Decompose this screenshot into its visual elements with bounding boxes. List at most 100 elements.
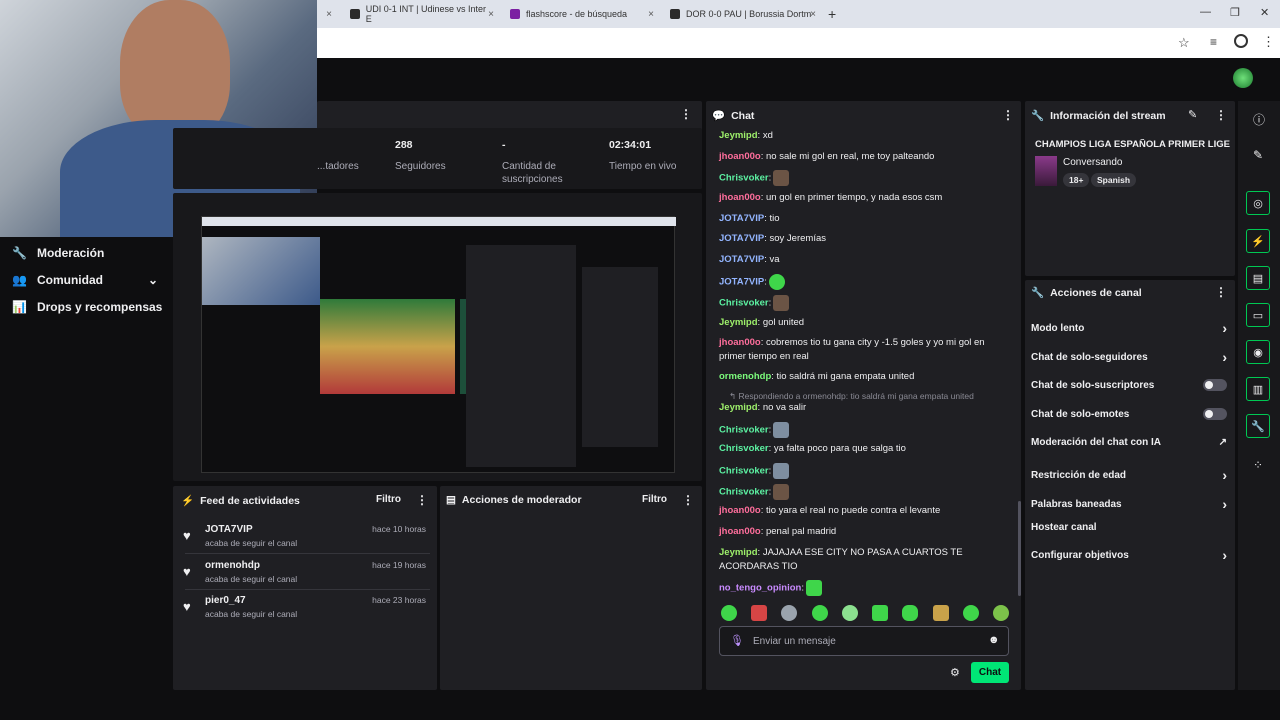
chat-message[interactable]: JOTA7VIP: soy Jeremías — [719, 232, 1009, 246]
chat-message[interactable]: Chrisvoker: — [719, 295, 1009, 311]
broadcast-icon[interactable]: ◉ — [1246, 340, 1270, 364]
chat-username[interactable]: Jeymipd — [719, 402, 758, 413]
tag-badge[interactable]: Spanish — [1091, 173, 1137, 187]
chat-message[interactable]: Chrisvoker: — [719, 422, 1009, 438]
chat-scrollbar[interactable] — [1018, 501, 1021, 596]
nav-drops[interactable]: 📊 Drops y recompensas — [12, 300, 162, 314]
chat-username[interactable]: Jeymipd — [719, 317, 758, 328]
settings-gear-icon[interactable]: ⚙ — [950, 666, 960, 679]
chat-message[interactable]: Chrisvoker: ya falta poco para que salga… — [719, 442, 1009, 456]
chat-message[interactable]: Chrisvoker: — [719, 484, 1009, 500]
chat-username[interactable]: Chrisvoker — [719, 298, 769, 309]
emote-icon[interactable] — [872, 605, 889, 621]
close-icon[interactable]: × — [488, 9, 494, 20]
category-name[interactable]: Conversando — [1063, 157, 1122, 168]
minimize-icon[interactable]: — — [1200, 6, 1211, 18]
chat-icon[interactable]: ▭ — [1246, 303, 1270, 327]
chat-message[interactable]: Jeymipd: JAJAJAA ESE CITY NO PASA A CUAR… — [719, 546, 1009, 574]
chat-username[interactable]: Chrisvoker — [719, 443, 769, 454]
feed-row[interactable]: ♥ ormenohdp acaba de seguir el canal hac… — [183, 560, 430, 584]
document-icon[interactable]: ▤ — [1246, 266, 1270, 290]
kebab-icon[interactable]: ⋮ — [1215, 108, 1227, 122]
restore-icon[interactable]: ❐ — [1230, 6, 1240, 19]
tab-udinese[interactable]: UDI 0-1 INT | Udinese vs Inter E × — [342, 3, 500, 25]
emote-icon[interactable] — [932, 605, 949, 621]
chat-message[interactable]: Jeymipd: no va salir — [719, 401, 1009, 415]
chat-message[interactable]: Jeymipd: gol united — [719, 316, 1009, 330]
nav-comunidad[interactable]: 👥 Comunidad ⌄ — [12, 273, 158, 287]
action-ai-moderation[interactable]: Moderación del chat con IA ↗ — [1031, 437, 1227, 448]
chat-message[interactable]: Chrisvoker: — [719, 463, 1009, 479]
edit-pencil-icon[interactable]: ✎ — [1188, 108, 1197, 121]
chat-username[interactable]: Chrisvoker — [719, 466, 769, 477]
emoji-icon[interactable]: ☻ — [988, 634, 1000, 646]
action-age-restriction[interactable]: Restricción de edad › — [1031, 467, 1227, 483]
close-icon[interactable]: × — [810, 9, 816, 20]
more-actions-icon[interactable]: ⁘ — [1253, 458, 1263, 472]
info-icon[interactable]: ⓘ — [1253, 111, 1265, 128]
kebab-icon[interactable]: ⋮ — [1002, 108, 1014, 122]
chat-username[interactable]: jhoan00o — [719, 526, 761, 537]
chat-message[interactable]: no_tengo_opinion: — [719, 580, 1009, 596]
chat-username[interactable]: jhoan00o — [719, 192, 761, 203]
tab-dortmund[interactable]: DOR 0-0 PAU | Borussia Dortm × — [662, 3, 822, 25]
action-host-channel[interactable]: Hostear canal — [1031, 522, 1227, 533]
tab-flashscore[interactable]: flashscore - de búsqueda × — [502, 3, 660, 25]
emote-icon[interactable] — [962, 605, 979, 621]
emote-icon[interactable] — [992, 605, 1009, 621]
chat-username[interactable]: Jeymipd — [719, 130, 758, 141]
toggle-switch[interactable] — [1203, 379, 1227, 391]
action-followers-only[interactable]: Chat de solo-seguidores › — [1031, 349, 1227, 365]
pencil-icon[interactable]: ✎ — [1253, 148, 1263, 162]
chat-username[interactable]: no_tengo_opinion — [719, 583, 801, 594]
category-boxart[interactable] — [1035, 156, 1057, 186]
kebab-icon[interactable]: ⋮ — [1215, 285, 1227, 299]
action-banned-words[interactable]: Palabras baneadas › — [1031, 496, 1227, 512]
feed-row[interactable]: ♥ JOTA7VIP acaba de seguir el canal hace… — [183, 524, 430, 548]
chat-input-placeholder[interactable]: Enviar un mensaje — [753, 636, 836, 647]
chat-username[interactable]: JOTA7VIP — [719, 233, 764, 244]
action-emotes-only[interactable]: Chat de solo-emotes — [1031, 408, 1227, 420]
avatar[interactable] — [1233, 68, 1253, 88]
chat-username[interactable]: Chrisvoker — [719, 487, 769, 498]
emote-icon[interactable] — [781, 605, 798, 621]
chat-username[interactable]: JOTA7VIP — [719, 277, 764, 288]
chat-message[interactable]: jhoan00o: no sale mi gol en real, me toy… — [719, 150, 1009, 164]
chat-input-box[interactable]: 🎙 Enviar un mensaje ☻ — [719, 626, 1009, 656]
menu-dots-icon[interactable]: ⋮ — [1262, 34, 1275, 50]
chat-username[interactable]: ormenohdp — [719, 371, 771, 382]
kebab-icon[interactable]: ⋮ — [682, 493, 694, 507]
chat-send-button[interactable]: Chat — [971, 662, 1009, 683]
nav-moderacion[interactable]: 🔧 Moderación — [12, 246, 104, 260]
kebab-icon[interactable]: ⋮ — [416, 493, 428, 507]
profile-icon[interactable] — [1234, 34, 1248, 48]
chat-username[interactable]: JOTA7VIP — [719, 213, 764, 224]
chat-username[interactable]: Chrisvoker — [719, 425, 769, 436]
layout-icon[interactable]: ▥ — [1246, 377, 1270, 401]
chat-message[interactable]: JOTA7VIP: tio — [719, 212, 1009, 226]
action-subs-only[interactable]: Chat de solo-suscriptores — [1031, 379, 1227, 391]
emote-icon[interactable] — [721, 605, 737, 621]
chat-message[interactable]: Jeymipd: xd — [719, 129, 1009, 143]
action-set-goals[interactable]: Configurar objetivos › — [1031, 547, 1227, 563]
chat-message[interactable]: jhoan00o: cobremos tio tu gana city y -1… — [719, 336, 1009, 364]
chat-message[interactable]: ormenohdp: tio saldrá mi gana empata uni… — [719, 370, 1009, 384]
close-icon[interactable]: × — [648, 9, 654, 20]
chat-username[interactable]: Chrisvoker — [719, 173, 769, 184]
wrench-icon[interactable]: 🔧 — [1246, 414, 1270, 438]
tab-close-prev[interactable]: × — [322, 3, 338, 25]
chat-message[interactable]: JOTA7VIP: — [719, 274, 1009, 290]
chat-username[interactable]: Jeymipd — [719, 547, 758, 558]
emote-icon[interactable] — [751, 605, 768, 621]
chat-message[interactable]: jhoan00o: tio yara el real no puede cont… — [719, 504, 1009, 518]
close-window-icon[interactable]: ✕ — [1260, 6, 1269, 19]
feed-filter-button[interactable]: Filtro — [376, 494, 401, 505]
chat-username[interactable]: jhoan00o — [719, 505, 761, 516]
tag-badge[interactable]: 18+ — [1063, 173, 1090, 187]
toggle-switch[interactable] — [1203, 408, 1227, 420]
microphone-icon[interactable]: 🎙 — [730, 634, 744, 647]
clip-icon[interactable]: ◎ — [1246, 191, 1270, 215]
new-tab-button[interactable]: + — [820, 3, 844, 25]
feed-row[interactable]: ♥ pier0_47 acaba de seguir el canal hace… — [183, 595, 430, 619]
kebab-icon[interactable]: ⋮ — [680, 107, 692, 121]
